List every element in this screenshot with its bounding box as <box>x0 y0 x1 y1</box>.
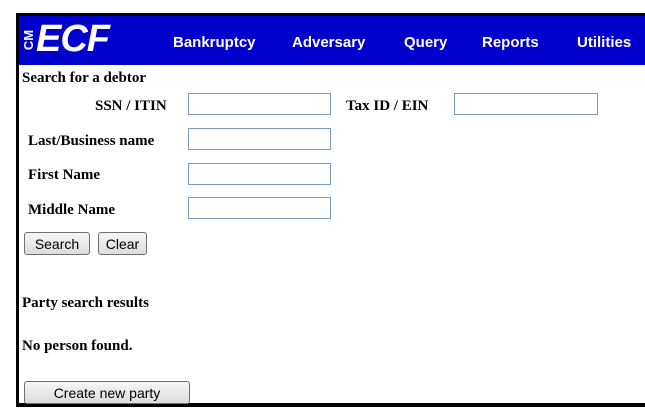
main-window: CM ECF Bankruptcy Adversary Query Report… <box>16 13 645 407</box>
nav-adversary[interactable]: Adversary <box>292 34 365 51</box>
lastname-label: Last/Business name <box>28 133 155 149</box>
top-navbar: CM ECF Bankruptcy Adversary Query Report… <box>19 16 645 65</box>
cmecf-logo[interactable]: CM ECF <box>21 18 110 60</box>
ssn-input[interactable] <box>188 93 331 115</box>
taxid-input[interactable] <box>454 93 598 115</box>
clear-button[interactable]: Clear <box>98 232 147 255</box>
nav-utilities[interactable]: Utilities <box>577 34 631 51</box>
nav-query[interactable]: Query <box>404 34 447 51</box>
middlename-input[interactable] <box>188 197 331 219</box>
page-title: Search for a debtor <box>22 70 147 86</box>
logo-cm-mark: CM <box>21 29 36 51</box>
nav-bankruptcy[interactable]: Bankruptcy <box>173 34 256 51</box>
search-button[interactable]: Search <box>24 232 90 255</box>
firstname-label: First Name <box>28 167 101 183</box>
lastname-input[interactable] <box>188 128 331 150</box>
nav-reports[interactable]: Reports <box>482 34 539 51</box>
taxid-label: Tax ID / EIN <box>346 98 429 114</box>
logo-ecf-text: ECF <box>36 18 110 60</box>
create-party-button[interactable]: Create new party <box>24 381 190 404</box>
no-results-message: No person found. <box>22 338 133 354</box>
firstname-input[interactable] <box>188 163 331 185</box>
results-heading: Party search results <box>22 295 149 311</box>
ssn-label: SSN / ITIN <box>95 98 167 114</box>
middlename-label: Middle Name <box>28 202 116 218</box>
